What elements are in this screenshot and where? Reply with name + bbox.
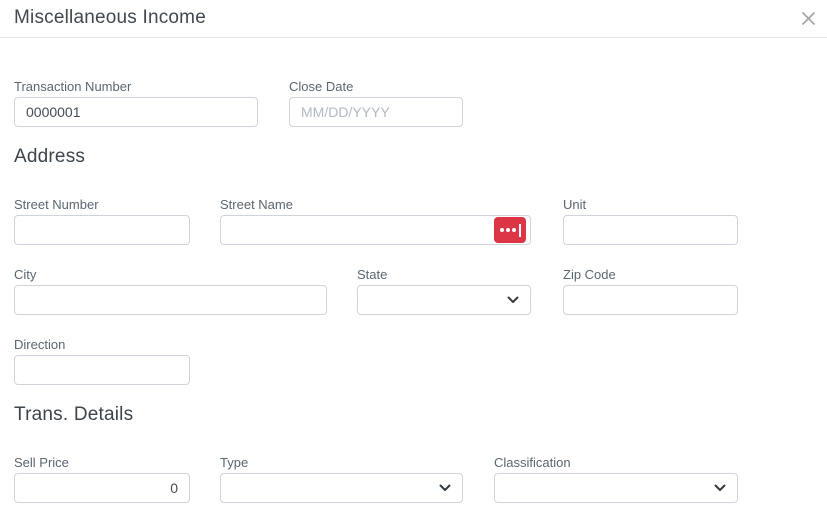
zip-code-input[interactable]	[563, 285, 738, 315]
zip-code-field-group: Zip Code	[563, 267, 738, 315]
lookup-ellipsis-icon	[499, 228, 504, 232]
close-date-label: Close Date	[289, 79, 354, 94]
direction-label: Direction	[14, 337, 66, 352]
city-input[interactable]	[14, 285, 327, 315]
sell-price-field-group: Sell Price	[14, 455, 190, 503]
page-title: Miscellaneous Income	[14, 7, 206, 28]
state-field-group: State	[357, 267, 531, 315]
modal-header: Miscellaneous Income	[0, 0, 827, 38]
lookup-cursor-icon	[518, 223, 521, 237]
sell-price-input[interactable]	[14, 473, 190, 503]
street-name-field-group: Street Name	[220, 197, 531, 245]
street-number-field-group: Street Number	[14, 197, 190, 245]
type-field-group: Type	[220, 455, 463, 503]
city-field-group: City	[14, 267, 327, 315]
classification-field-group: Classification	[494, 455, 738, 503]
street-name-lookup-button[interactable]	[494, 217, 526, 243]
unit-label: Unit	[563, 197, 587, 212]
address-section-heading: Address	[14, 146, 86, 167]
city-label: City	[14, 267, 37, 282]
street-number-input[interactable]	[14, 215, 190, 245]
street-number-label: Street Number	[14, 197, 99, 212]
type-label: Type	[220, 455, 249, 470]
transaction-number-field-group: Transaction Number	[14, 79, 258, 127]
unit-field-group: Unit	[563, 197, 738, 245]
zip-code-label: Zip Code	[563, 267, 616, 282]
classification-select[interactable]	[494, 473, 738, 503]
direction-input[interactable]	[14, 355, 190, 385]
close-date-input[interactable]	[289, 97, 463, 127]
close-button[interactable]	[796, 6, 820, 30]
transaction-number-input[interactable]	[14, 97, 258, 127]
type-select[interactable]	[220, 473, 463, 503]
close-date-field-group: Close Date	[289, 79, 463, 127]
transaction-number-label: Transaction Number	[14, 79, 132, 94]
trans-details-section-heading: Trans. Details	[14, 404, 134, 425]
close-icon	[801, 11, 815, 25]
classification-label: Classification	[494, 455, 571, 470]
sell-price-label: Sell Price	[14, 455, 69, 470]
street-name-label: Street Name	[220, 197, 293, 212]
state-select[interactable]	[357, 285, 531, 315]
unit-input[interactable]	[563, 215, 738, 245]
miscellaneous-income-modal: Miscellaneous Income Transaction Number …	[0, 0, 827, 515]
state-label: State	[357, 267, 388, 282]
direction-field-group: Direction	[14, 337, 190, 385]
street-name-input[interactable]	[220, 215, 531, 245]
